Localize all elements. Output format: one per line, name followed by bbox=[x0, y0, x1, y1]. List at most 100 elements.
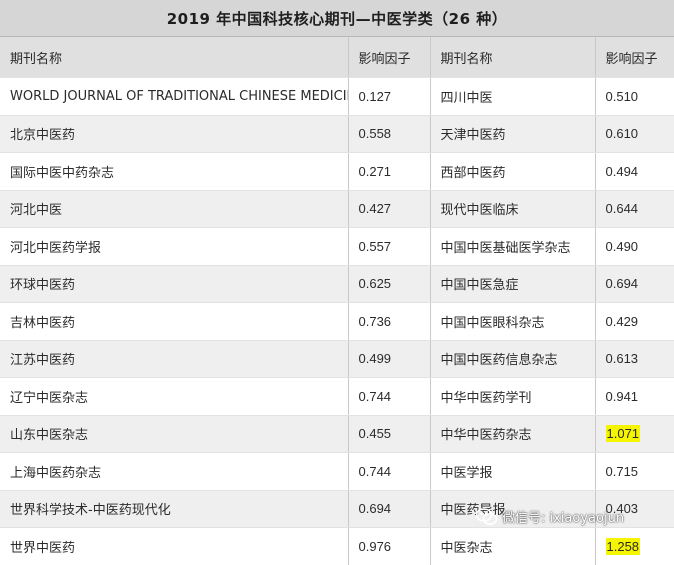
impact-factor-right-text: 0.613 bbox=[605, 351, 639, 367]
journal-name-right-text: 中国中医急症 bbox=[440, 278, 519, 294]
table-row: 上海中医药杂志 0.744 中医学报 0.715 bbox=[0, 452, 674, 491]
journal-name-right: 中华中医药杂志 bbox=[430, 415, 596, 453]
impact-factor-left-text: 0.271 bbox=[358, 163, 392, 179]
journal-name-right-text: 中医学报 bbox=[440, 465, 493, 481]
impact-factor-left: 0.427 bbox=[348, 190, 431, 228]
impact-factor-left: 0.744 bbox=[348, 377, 431, 416]
impact-factor-right: 0.610 bbox=[595, 115, 674, 153]
impact-factor-left-text: 0.976 bbox=[358, 538, 392, 554]
journal-name-right-text: 天津中医药 bbox=[440, 128, 506, 144]
impact-factor-right: 0.490 bbox=[595, 227, 674, 266]
impact-factor-right-text: 0.429 bbox=[605, 313, 639, 329]
journal-name-right-text: 中国中医眼科杂志 bbox=[440, 315, 545, 331]
journal-name-right: 西部中医药 bbox=[430, 152, 596, 191]
journal-name-left-text: 吉林中医药 bbox=[10, 315, 76, 331]
impact-factor-left-text: 0.455 bbox=[358, 426, 392, 442]
impact-factor-right: 0.494 bbox=[595, 152, 674, 191]
impact-factor-right: 0.715 bbox=[595, 452, 674, 491]
journal-name-left-text: 山东中医杂志 bbox=[10, 428, 89, 444]
journal-name-right: 现代中医临床 bbox=[430, 190, 596, 228]
journal-name-left-text: 辽宁中医杂志 bbox=[10, 390, 89, 406]
journal-name-left-text: 河北中医药学报 bbox=[10, 240, 102, 256]
table-row: 辽宁中医杂志 0.744 中华中医药学刊 0.941 bbox=[0, 377, 674, 416]
journal-name-right-text: 西部中医药 bbox=[440, 165, 506, 181]
journal-name-right: 中国中医药信息杂志 bbox=[430, 340, 596, 378]
impact-factor-right-text: 0.494 bbox=[605, 163, 639, 179]
table-row: 河北中医药学报 0.557 中国中医基础医学杂志 0.490 bbox=[0, 227, 674, 266]
impact-factor-right: 0.613 bbox=[595, 340, 674, 378]
wechat-icon bbox=[475, 507, 498, 526]
header-impact-factor-left: 影响因子 bbox=[348, 37, 431, 78]
impact-factor-right-text: 0.644 bbox=[605, 201, 639, 217]
journal-name-left-text: 世界科学技术-中医药现代化 bbox=[10, 503, 171, 519]
journal-name-left: 世界中医药 bbox=[0, 527, 349, 565]
impact-factor-left: 0.736 bbox=[348, 302, 431, 341]
page-title: 2019 年中国科技核心期刊—中医学类（26 种） bbox=[0, 0, 674, 37]
impact-factor-left-text: 0.499 bbox=[358, 351, 392, 367]
table-header-row: 期刊名称 影响因子 期刊名称 影响因子 bbox=[0, 37, 674, 78]
journal-name-right-text: 四川中医 bbox=[440, 90, 493, 106]
journal-name-left: 北京中医药 bbox=[0, 115, 349, 153]
journal-name-right: 中国中医基础医学杂志 bbox=[430, 227, 596, 266]
journal-name-left: WORLD JOURNAL OF TRADITIONAL CHINESE MED… bbox=[0, 77, 349, 116]
impact-factor-left: 0.499 bbox=[348, 340, 431, 378]
table-row: 世界中医药 0.976 中医杂志 1.258 bbox=[0, 527, 674, 565]
impact-factor-right: 0.941 bbox=[595, 377, 674, 416]
impact-factor-right-text: 0.941 bbox=[605, 388, 639, 404]
journal-name-right-text: 中华中医药学刊 bbox=[440, 390, 532, 406]
journal-name-right-text: 中医杂志 bbox=[440, 540, 493, 556]
impact-factor-right-text: 0.694 bbox=[605, 276, 639, 292]
impact-factor-right: 1.258 bbox=[595, 527, 674, 565]
table-row: 山东中医杂志 0.455 中华中医药杂志 1.071 bbox=[0, 415, 674, 453]
journal-name-left: 辽宁中医杂志 bbox=[0, 377, 349, 416]
journal-name-left: 国际中医中药杂志 bbox=[0, 152, 349, 191]
journal-name-left: 上海中医药杂志 bbox=[0, 452, 349, 491]
journal-name-right-text: 中国中医药信息杂志 bbox=[440, 353, 558, 369]
journal-name-right: 天津中医药 bbox=[430, 115, 596, 153]
impact-factor-left-text: 0.557 bbox=[358, 238, 392, 254]
impact-factor-left: 0.127 bbox=[348, 77, 431, 116]
journal-name-right: 中国中医眼科杂志 bbox=[430, 302, 596, 341]
journal-name-right-text: 中国中医基础医学杂志 bbox=[440, 240, 571, 256]
impact-factor-left-text: 0.625 bbox=[358, 276, 392, 292]
impact-factor-left: 0.976 bbox=[348, 527, 431, 565]
impact-factor-left: 0.455 bbox=[348, 415, 431, 453]
impact-factor-left: 0.558 bbox=[348, 115, 431, 153]
impact-factor-left-text: 0.427 bbox=[358, 201, 392, 217]
journal-name-left-text: 北京中医药 bbox=[10, 128, 76, 144]
journal-name-left-text: 上海中医药杂志 bbox=[10, 465, 102, 481]
journal-name-left-text: 世界中医药 bbox=[10, 540, 76, 556]
impact-factor-left-text: 0.558 bbox=[358, 126, 392, 142]
table-row: 北京中医药 0.558 天津中医药 0.610 bbox=[0, 115, 674, 153]
impact-factor-left: 0.625 bbox=[348, 265, 431, 303]
impact-factor-right-text: 0.610 bbox=[605, 126, 639, 142]
table-row: 环球中医药 0.625 中国中医急症 0.694 bbox=[0, 265, 674, 303]
table-row: WORLD JOURNAL OF TRADITIONAL CHINESE MED… bbox=[0, 77, 674, 116]
journal-name-right-text: 现代中医临床 bbox=[440, 203, 519, 219]
wechat-watermark: 微信号: ixiaoyaojun bbox=[475, 507, 625, 526]
journal-name-left-text: 国际中医中药杂志 bbox=[10, 165, 115, 181]
impact-factor-right-text: 0.715 bbox=[605, 463, 639, 479]
journal-name-left: 江苏中医药 bbox=[0, 340, 349, 378]
header-journal-name-left: 期刊名称 bbox=[0, 37, 349, 78]
impact-factor-right-text: 1.071 bbox=[605, 425, 641, 443]
journal-name-right: 四川中医 bbox=[430, 77, 596, 116]
journal-name-left-text: 河北中医 bbox=[10, 203, 63, 219]
journal-name-left: 环球中医药 bbox=[0, 265, 349, 303]
impact-factor-right: 1.071 bbox=[595, 415, 674, 453]
header-journal-name-right: 期刊名称 bbox=[430, 37, 596, 78]
table-body: WORLD JOURNAL OF TRADITIONAL CHINESE MED… bbox=[0, 77, 674, 565]
table-row: 吉林中医药 0.736 中国中医眼科杂志 0.429 bbox=[0, 302, 674, 341]
journal-name-left: 河北中医 bbox=[0, 190, 349, 228]
journal-name-right: 中医学报 bbox=[430, 452, 596, 491]
journal-name-left-text: 江苏中医药 bbox=[10, 353, 76, 369]
journal-name-left-text: 环球中医药 bbox=[10, 278, 76, 294]
impact-factor-left-text: 0.744 bbox=[358, 463, 392, 479]
journal-list-page: 2019 年中国科技核心期刊—中医学类（26 种） 期刊名称 影响因子 期刊名称… bbox=[0, 0, 674, 565]
watermark-text: 微信号: ixiaoyaojun bbox=[502, 511, 625, 526]
table-row: 河北中医 0.427 现代中医临床 0.644 bbox=[0, 190, 674, 228]
table-row: 江苏中医药 0.499 中国中医药信息杂志 0.613 bbox=[0, 340, 674, 378]
impact-factor-right-text: 0.490 bbox=[605, 238, 639, 254]
journal-name-right-text: 中华中医药杂志 bbox=[440, 428, 532, 444]
impact-factor-left-text: 0.127 bbox=[358, 88, 392, 104]
